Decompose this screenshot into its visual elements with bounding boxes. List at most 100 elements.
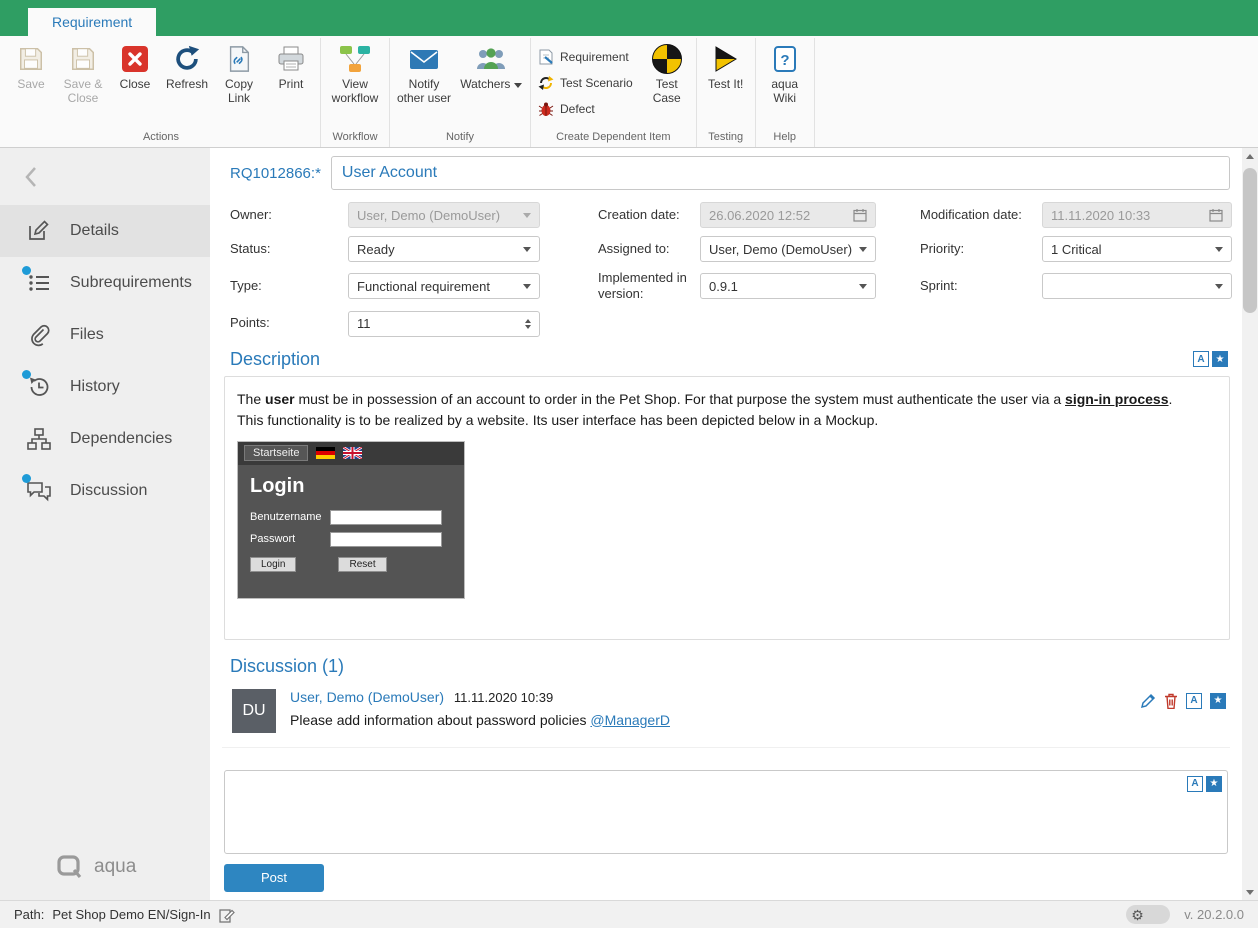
sidebar-item-dependencies[interactable]: Dependencies	[0, 413, 210, 465]
refresh-button[interactable]: Refresh	[161, 38, 213, 94]
points-input[interactable]: 11	[348, 311, 540, 337]
sidebar-item-history[interactable]: History	[0, 361, 210, 413]
sidebar: Details Subrequirements Files	[0, 148, 210, 900]
ribbon-group-workflow-label: Workflow	[324, 130, 386, 147]
save-close-icon	[69, 43, 97, 75]
mockup-reset-button: Reset	[338, 557, 386, 572]
path-label: Path:	[14, 907, 44, 922]
highlight-format-icon[interactable]: ★	[1206, 776, 1222, 792]
sidebar-item-details[interactable]: Details	[0, 205, 210, 257]
notification-dot	[22, 474, 31, 483]
ribbon-group-actions-label: Actions	[5, 130, 317, 147]
ribbon-group-create-dependent: Requirement Test Scenario Defect	[531, 38, 697, 147]
type-select[interactable]: Functional requirement	[348, 273, 540, 299]
description-editor[interactable]: The user must be in possession of an acc…	[224, 376, 1230, 640]
settings-toggle[interactable]: ⚙	[1126, 905, 1170, 924]
envelope-icon	[409, 43, 439, 75]
create-defect-button[interactable]: Defect	[534, 96, 641, 122]
aqua-wiki-button[interactable]: ? aqua Wiki	[759, 38, 811, 108]
aqua-wiki-label: aqua Wiki	[761, 78, 809, 106]
title-input[interactable]	[331, 156, 1230, 190]
font-format-icon[interactable]: A	[1187, 776, 1203, 792]
notification-dot	[22, 266, 31, 275]
test-it-button[interactable]: Test It!	[700, 38, 752, 94]
ribbon-group-create-dependent-label: Create Dependent Item	[534, 130, 693, 147]
create-test-scenario-button[interactable]: Test Scenario	[534, 70, 641, 96]
highlight-format-icon[interactable]: ★	[1210, 693, 1226, 709]
tab-requirement[interactable]: Requirement	[28, 8, 156, 36]
ribbon-group-notify-label: Notify	[393, 130, 527, 147]
type-label: Type:	[230, 278, 348, 294]
sidebar-item-files[interactable]: Files	[0, 309, 210, 361]
uk-flag-icon	[343, 447, 362, 459]
vertical-scrollbar[interactable]	[1242, 148, 1258, 900]
edit-path-icon[interactable]	[219, 907, 236, 923]
aqua-logo-icon	[56, 854, 84, 880]
delete-comment-icon[interactable]	[1164, 693, 1178, 709]
ribbon-group-notify: Notify other user Watchers Notify	[390, 38, 531, 147]
sprint-select[interactable]	[1042, 273, 1232, 299]
priority-label: Priority:	[920, 241, 1042, 257]
watchers-label: Watchers	[460, 78, 522, 92]
ribbon-group-actions: Save Save & Close Close	[2, 38, 321, 147]
discussion-comment: DU User, Demo (DemoUser) 11.11.2020 10:3…	[222, 683, 1230, 748]
german-flag-icon	[316, 447, 335, 459]
wiki-icon: ?	[773, 43, 797, 75]
mockup-nav-tab: Startseite	[244, 445, 308, 461]
chevron-left-icon	[24, 166, 38, 188]
notify-other-user-button[interactable]: Notify other user	[393, 38, 455, 108]
points-spinner[interactable]	[525, 319, 531, 329]
ribbon-group-testing: Test It! Testing	[697, 38, 756, 147]
scroll-up-arrow[interactable]	[1242, 148, 1258, 164]
highlight-format-icon[interactable]: ★	[1212, 351, 1228, 367]
comment-author-link[interactable]: User, Demo (DemoUser)	[290, 689, 444, 705]
sidebar-item-subrequirements[interactable]: Subrequirements	[0, 257, 210, 309]
sprint-label: Sprint:	[920, 278, 1042, 294]
status-select[interactable]: Ready	[348, 236, 540, 262]
close-button[interactable]: Close	[109, 38, 161, 94]
mockup-username-input	[330, 510, 442, 525]
scrollbar-thumb[interactable]	[1243, 168, 1257, 313]
implemented-in-version-select[interactable]: 0.9.1	[700, 273, 876, 299]
new-comment-input[interactable]	[225, 771, 1227, 853]
print-button[interactable]: Print	[265, 38, 317, 94]
view-workflow-button[interactable]: View workflow	[324, 38, 386, 108]
description-paragraph-1: The user must be in possession of an acc…	[237, 389, 1217, 410]
post-button[interactable]: Post	[224, 864, 324, 892]
save-icon	[17, 43, 45, 75]
copy-link-button[interactable]: Copy Link	[213, 38, 265, 108]
save-close-button[interactable]: Save & Close	[57, 38, 109, 108]
sidebar-collapse-button[interactable]	[24, 166, 210, 193]
test-case-icon	[652, 43, 682, 75]
dropdown-caret	[859, 247, 867, 252]
paperclip-icon	[26, 322, 52, 348]
font-format-icon[interactable]: A	[1193, 351, 1209, 367]
priority-select[interactable]: 1 Critical	[1042, 236, 1232, 262]
modification-date-label: Modification date:	[920, 207, 1042, 223]
mention-link[interactable]: @ManagerD	[590, 712, 670, 728]
mockup-login-button: Login	[250, 557, 296, 572]
scroll-down-arrow[interactable]	[1242, 884, 1258, 900]
create-defect-label: Defect	[560, 102, 595, 116]
mockup-login-heading: Login	[250, 475, 452, 498]
create-test-case-button[interactable]: Test Case	[641, 38, 693, 108]
owner-select: User, Demo (DemoUser)	[348, 202, 540, 228]
sidebar-item-dependencies-label: Dependencies	[70, 430, 172, 448]
ribbon: Save Save & Close Close	[0, 36, 1258, 148]
create-requirement-button[interactable]: Requirement	[534, 44, 641, 70]
comment-body: Please add information about password po…	[290, 712, 670, 728]
save-label: Save	[17, 78, 44, 92]
watchers-button[interactable]: Watchers	[455, 38, 527, 94]
dropdown-caret	[1215, 247, 1223, 252]
mockup-password-input	[330, 532, 442, 547]
sidebar-item-discussion[interactable]: Discussion	[0, 465, 210, 517]
view-workflow-label: View workflow	[326, 78, 384, 106]
sidebar-item-details-label: Details	[70, 222, 119, 240]
save-button[interactable]: Save	[5, 38, 57, 94]
assigned-to-select[interactable]: User, Demo (DemoUser)	[700, 236, 876, 262]
aqua-logo-text: aqua	[94, 856, 136, 878]
edit-comment-icon[interactable]	[1140, 693, 1156, 709]
refresh-icon	[173, 43, 201, 75]
font-format-icon[interactable]: A	[1186, 693, 1202, 709]
dropdown-caret	[523, 213, 531, 218]
